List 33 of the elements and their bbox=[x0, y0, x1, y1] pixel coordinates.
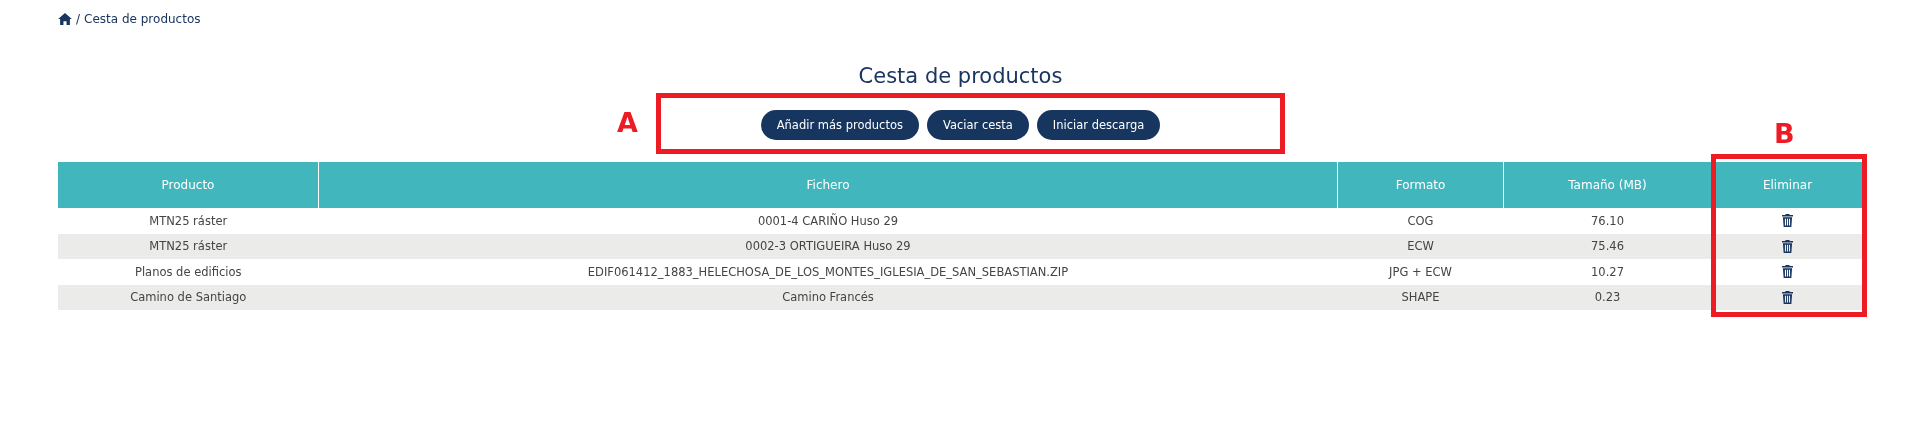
table-cell: 76.10 bbox=[1503, 208, 1712, 234]
delete-icon[interactable] bbox=[1781, 214, 1793, 228]
table-cell: ECW bbox=[1337, 233, 1504, 259]
annotation-label: B bbox=[1774, 118, 1795, 149]
table-cell: 0001-4 CARIÑO Huso 29 bbox=[318, 208, 1338, 234]
page-title: Cesta de productos bbox=[857, 64, 1064, 88]
delete-icon[interactable] bbox=[1781, 239, 1793, 253]
table-cell: Camino de Santiago bbox=[58, 284, 319, 310]
delete-icon[interactable] bbox=[1781, 290, 1793, 304]
table-cell: Planos de edificios bbox=[58, 259, 319, 285]
table-cell: 10.27 bbox=[1503, 259, 1712, 285]
column-header: Producto bbox=[58, 162, 319, 208]
column-header: Tamaño (MB) bbox=[1503, 162, 1712, 208]
home-icon[interactable] bbox=[58, 13, 72, 25]
table-cell: EDIF061412_1883_HELECHOSA_DE_LOS_MONTES_IGLESIA_DE_SAN_SEBASTIAN.ZIP bbox=[318, 259, 1338, 285]
table-cell: JPG + ECW bbox=[1337, 259, 1504, 285]
delete-icon[interactable] bbox=[1781, 265, 1793, 279]
table-cell: COG bbox=[1337, 208, 1504, 234]
annotation-label: A bbox=[617, 107, 638, 138]
table-cell: MTN25 ráster bbox=[58, 233, 319, 259]
column-header: Formato bbox=[1337, 162, 1504, 208]
table-cell: 75.46 bbox=[1503, 233, 1712, 259]
action-button[interactable]: Vaciar cesta bbox=[926, 110, 1029, 140]
table-cell: SHAPE bbox=[1337, 284, 1504, 310]
column-header: Fichero bbox=[318, 162, 1338, 208]
table-cell: Camino Francés bbox=[318, 284, 1338, 310]
action-button[interactable]: Iniciar descarga bbox=[1036, 110, 1161, 140]
breadcrumb-separator: / bbox=[76, 12, 81, 26]
action-button[interactable]: Añadir más productos bbox=[760, 110, 919, 140]
breadcrumb-current: Cesta de productos bbox=[84, 12, 201, 26]
table-cell: MTN25 ráster bbox=[58, 208, 319, 234]
table-cell: 0002-3 ORTIGUEIRA Huso 29 bbox=[318, 233, 1338, 259]
table-cell: 0.23 bbox=[1503, 284, 1712, 310]
